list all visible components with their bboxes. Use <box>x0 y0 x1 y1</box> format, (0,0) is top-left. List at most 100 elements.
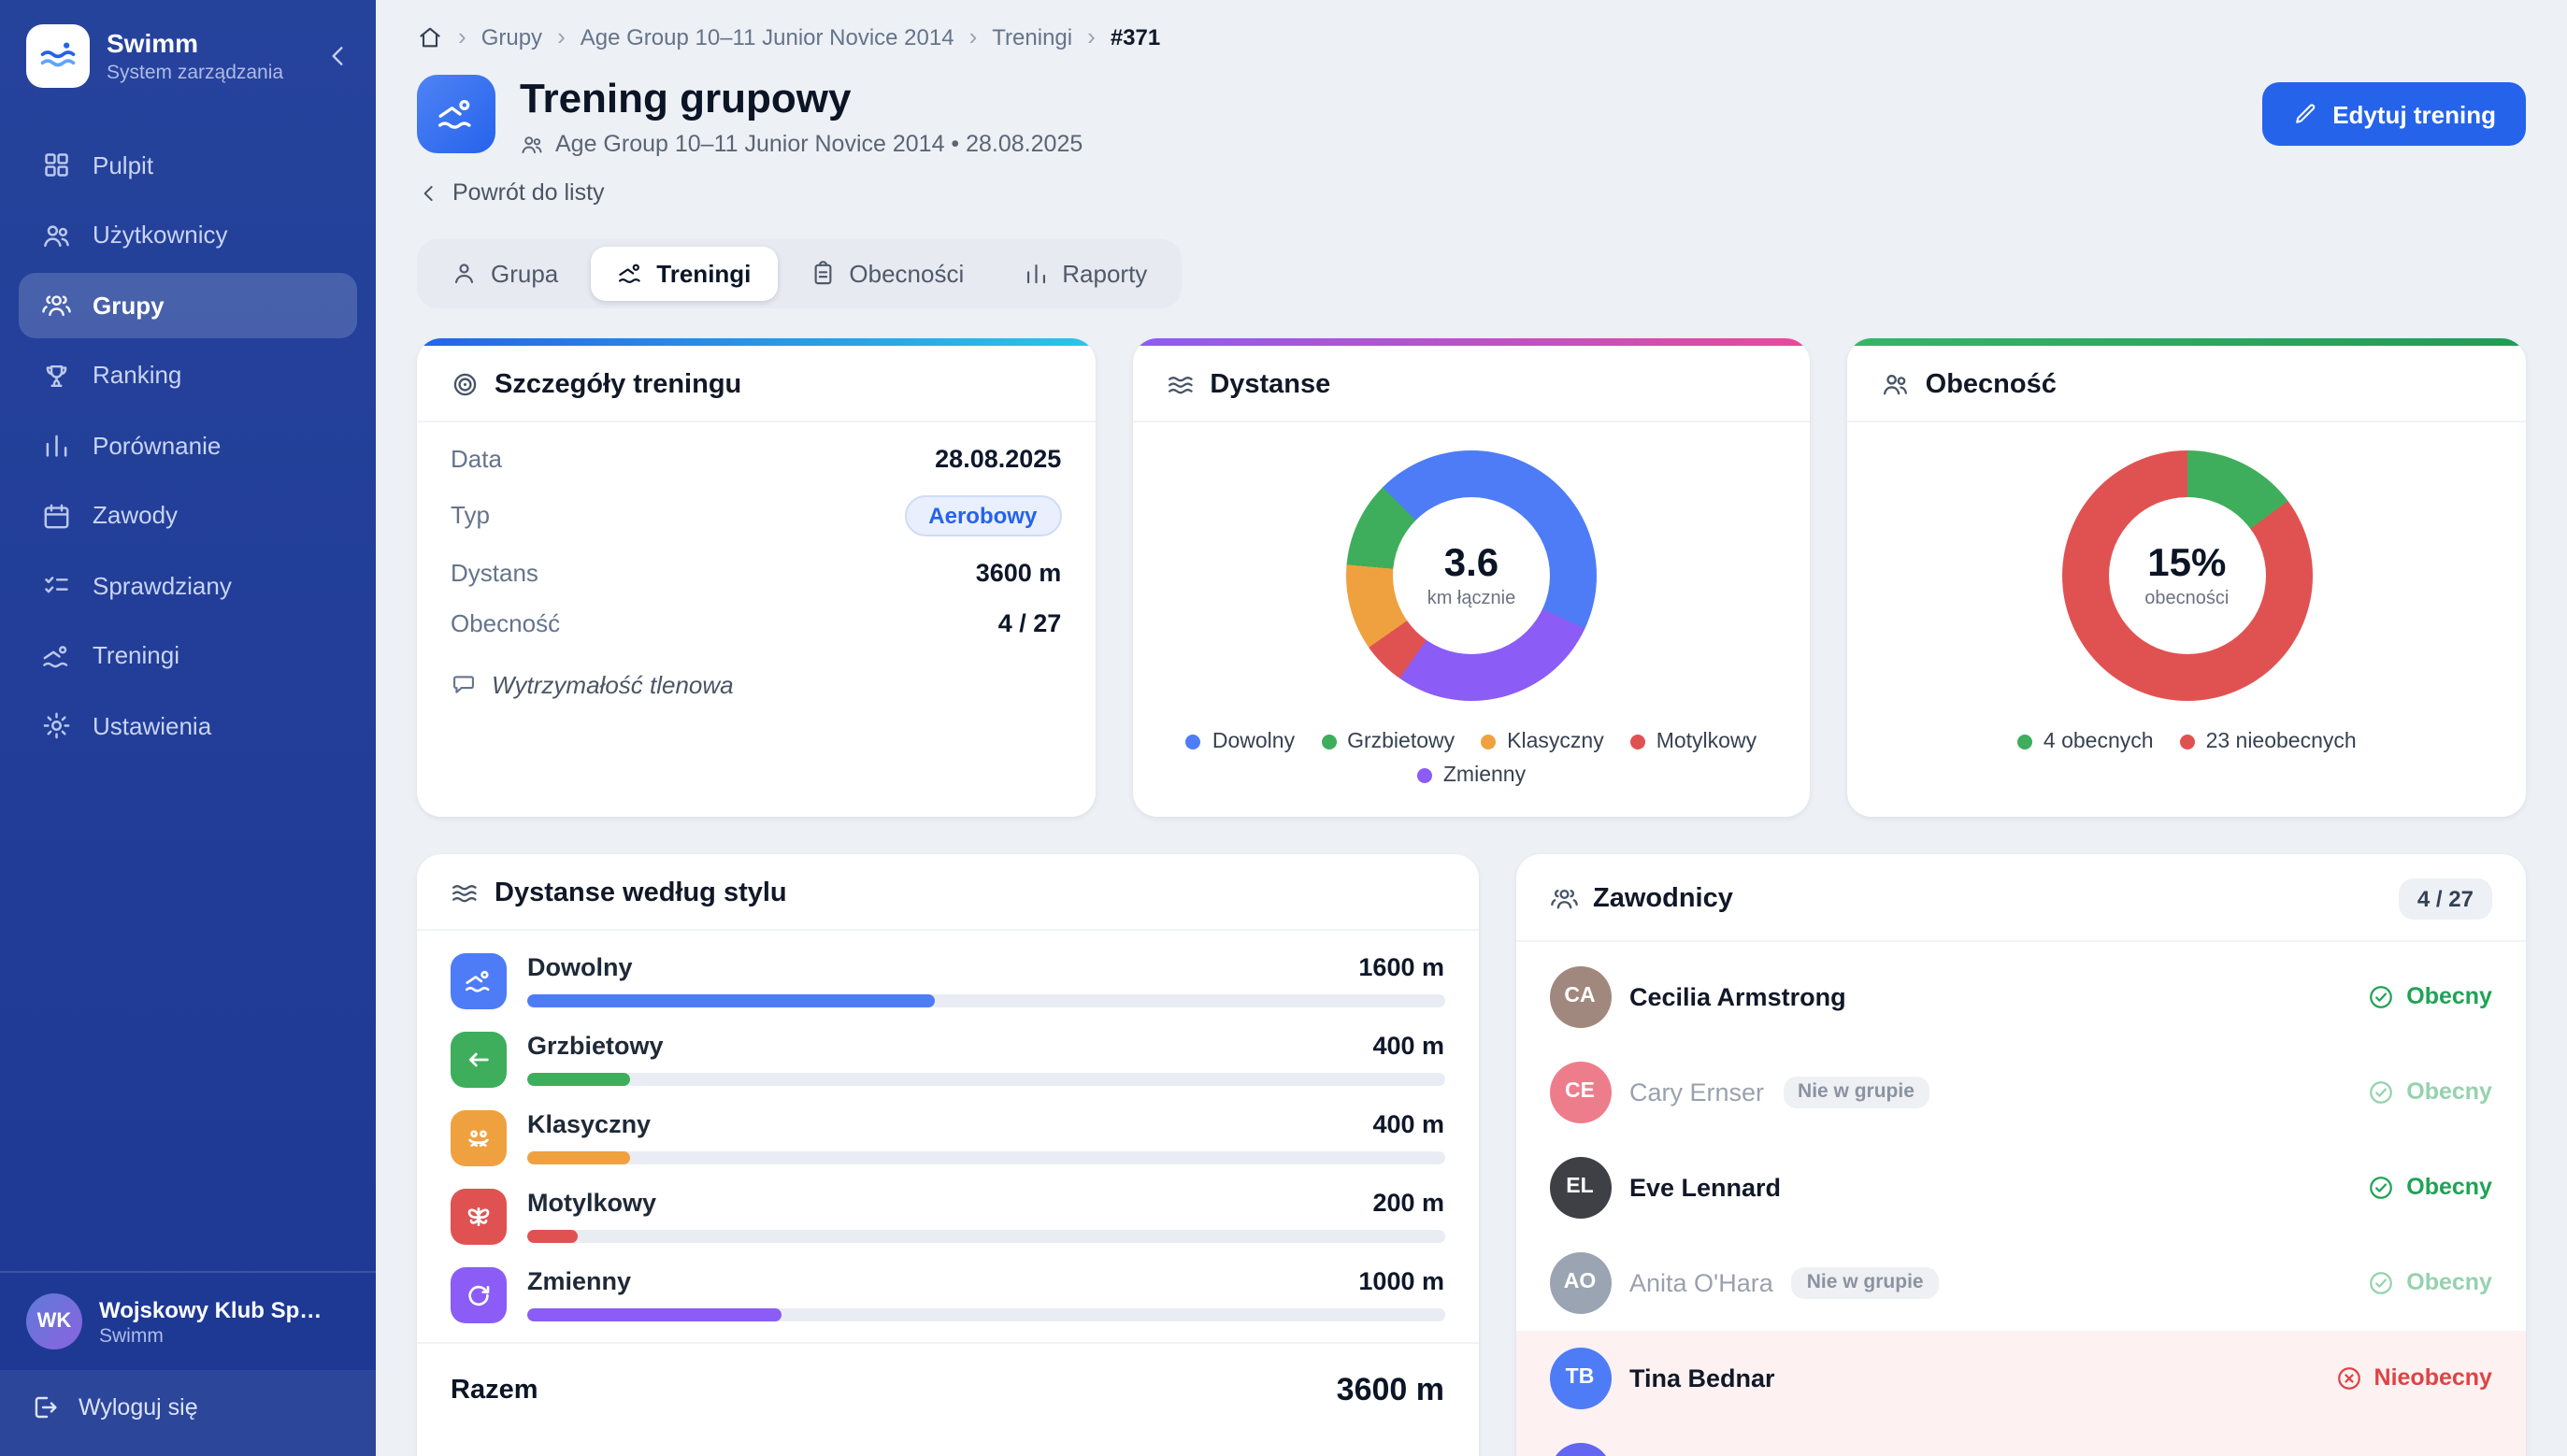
sidebar-item-label: Porównanie <box>93 432 221 460</box>
card-accent-strip <box>1848 337 2526 345</box>
progress-track <box>527 993 1444 1006</box>
sidebar-item-treningi[interactable]: Treningi <box>19 623 357 688</box>
legend-dot <box>2180 734 2195 749</box>
donut-center-label: km łącznie <box>1427 588 1516 608</box>
back-to-list-link[interactable]: Powrót do listy <box>417 179 605 206</box>
progress-track <box>527 1072 1444 1085</box>
edit-training-button[interactable]: Edytuj trening <box>2261 82 2526 146</box>
avatar: EL <box>1549 1156 1611 1218</box>
training-type-icon <box>417 75 495 153</box>
athlete-row[interactable]: TB Tina Bednar Nie w grupie Nieobecny <box>1515 1330 2526 1425</box>
sidebar-item-ustawienia[interactable]: Ustawienia <box>19 693 357 758</box>
training-type-badge: Aerobowy <box>904 494 1061 535</box>
sidebar-item-pulpit[interactable]: Pulpit <box>19 133 357 197</box>
breadcrumb-separator: › <box>1087 22 1096 50</box>
sidebar-item-label: Treningi <box>93 642 179 670</box>
card-title: Szczegóły treningu <box>495 369 741 399</box>
tab-treningi[interactable]: Treningi <box>590 246 777 300</box>
tab-grupa[interactable]: Grupa <box>424 246 584 300</box>
style-row-dowolny: Dowolny1600 m <box>417 930 1478 1008</box>
report-icon <box>1022 260 1049 287</box>
legend-dot <box>1481 734 1496 749</box>
breadcrumb-group-name[interactable]: Age Group 10–11 Junior Novice 2014 <box>581 23 954 50</box>
waves-icon <box>451 878 480 907</box>
card-title: Dystanse według stylu <box>495 878 787 907</box>
distances-chart-card: Dystanse 3.6 km łącznie Dowolny Grzbieto… <box>1132 337 1810 816</box>
legend-item: Grzbietowy <box>1321 730 1455 752</box>
sidebar-item-ranking[interactable]: Ranking <box>19 343 357 407</box>
sidebar-item-porownanie[interactable]: Porównanie <box>19 413 357 478</box>
detail-row: Data28.08.2025 <box>417 421 1095 472</box>
attendance-status: Obecny <box>2367 982 2492 1010</box>
breadcrumb-treningi[interactable]: Treningi <box>992 23 1072 50</box>
check-circle-icon <box>2367 1173 2395 1201</box>
athlete-row[interactable]: AB Arlene Boyer Nie w grupie Nieobecny <box>1515 1425 2526 1456</box>
sidebar-item-zawody[interactable]: Zawody <box>19 483 357 548</box>
sidebar-item-label: Użytkownicy <box>93 221 228 250</box>
athlete-row[interactable]: CE Cary Ernser Nie w grupie Obecny <box>1515 1044 2526 1139</box>
sidebar-item-grupy[interactable]: Grupy <box>19 273 357 337</box>
not-in-group-badge: Nie w grupie <box>1792 1266 1939 1298</box>
athlete-row[interactable]: CA Cecilia Armstrong Nie w grupie Obecny <box>1515 949 2526 1044</box>
legend-item: Zmienny <box>1417 764 1526 786</box>
breadcrumb-separator: › <box>458 22 466 50</box>
training-details-card: Szczegóły treningu Data28.08.2025 TypAer… <box>417 337 1095 816</box>
breaststroke-icon <box>451 1109 507 1165</box>
detail-row: Dystans3600 m <box>417 535 1095 586</box>
sidebar-item-label: Pulpit <box>93 151 153 179</box>
gear-icon <box>41 710 72 741</box>
avatar: AO <box>1549 1251 1611 1313</box>
app-logo <box>26 24 90 88</box>
app-name: Swimm <box>107 28 283 58</box>
medley-icon <box>451 1266 507 1322</box>
training-note: Wytrzymałość tlenowa <box>451 670 1061 698</box>
progress-track <box>527 1307 1444 1320</box>
main-content: › Grupy › Age Group 10–11 Junior Novice … <box>376 0 2567 1456</box>
sidebar-nav: Pulpit Użytkownicy Grupy Ranking Porówna… <box>0 127 376 1271</box>
freestyle-icon <box>451 952 507 1008</box>
attendance-status: Obecny <box>2367 1268 2492 1296</box>
logout-button[interactable]: Wyloguj się <box>0 1370 376 1456</box>
sidebar-item-label: Zawody <box>93 502 178 530</box>
distances-by-style-card: Dystanse według stylu Dowolny1600 m Grzb… <box>417 853 1478 1456</box>
target-icon <box>451 370 480 399</box>
attendance-count-badge: 4 / 27 <box>2399 878 2492 919</box>
sidebar-item-label: Grupy <box>93 292 165 320</box>
swimmer-icon <box>616 260 643 287</box>
app-subtitle: System zarządzania <box>107 62 283 84</box>
sidebar-collapse-button[interactable] <box>323 41 353 71</box>
donut-center-value: 15% <box>2147 541 2226 586</box>
calendar-icon <box>41 500 72 531</box>
tab-bar: Grupa Treningi Obecności Raporty <box>417 238 1181 307</box>
breadcrumb-grupy[interactable]: Grupy <box>481 23 542 50</box>
club-profile[interactable]: WK Wojskowy Klub Sportowy ... Swimm <box>0 1273 376 1370</box>
card-accent-strip <box>1132 337 1810 345</box>
sidebar: Swimm System zarządzania Pulpit Użytkown… <box>0 0 376 1456</box>
attendance-donut-chart: 15% obecności <box>2061 450 2312 700</box>
sidebar-header: Swimm System zarządzania <box>0 0 376 112</box>
progress-fill <box>527 1150 629 1163</box>
sidebar-item-sprawdziany[interactable]: Sprawdziany <box>19 553 357 618</box>
style-row-motylkowy: Motylkowy200 m <box>417 1165 1478 1244</box>
breadcrumb: › Grupy › Age Group 10–11 Junior Novice … <box>417 22 2526 50</box>
chevron-left-icon <box>417 180 441 205</box>
donut-center-value: 3.6 <box>1444 541 1499 586</box>
attendance-status: Nieobecny <box>2335 1363 2492 1392</box>
legend-item: 23 nieobecnych <box>2180 730 2357 752</box>
athlete-row[interactable]: AO Anita O'Hara Nie w grupie Obecny <box>1515 1235 2526 1330</box>
dashboard-icon <box>41 150 72 180</box>
distances-legend: Dowolny Grzbietowy Klasyczny Motylkowy Z… <box>1132 707 1810 816</box>
tab-obecnosci[interactable]: Obecności <box>782 246 990 300</box>
athlete-row[interactable]: EL Eve Lennard Nie w grupie Obecny <box>1515 1139 2526 1235</box>
swimmer-icon <box>41 640 72 671</box>
progress-fill <box>527 1307 782 1320</box>
home-icon[interactable] <box>417 23 443 50</box>
sidebar-item-uzytkownicy[interactable]: Użytkownicy <box>19 203 357 267</box>
legend-item: Motylkowy <box>1630 730 1757 752</box>
total-label: Razem <box>451 1375 538 1405</box>
sidebar-item-label: Ustawienia <box>93 712 211 740</box>
tab-raporty[interactable]: Raporty <box>996 246 1173 300</box>
club-subtitle: Swimm <box>99 1324 327 1347</box>
avatar: CA <box>1549 965 1611 1027</box>
app-window: Swimm System zarządzania Pulpit Użytkown… <box>0 0 2567 1456</box>
